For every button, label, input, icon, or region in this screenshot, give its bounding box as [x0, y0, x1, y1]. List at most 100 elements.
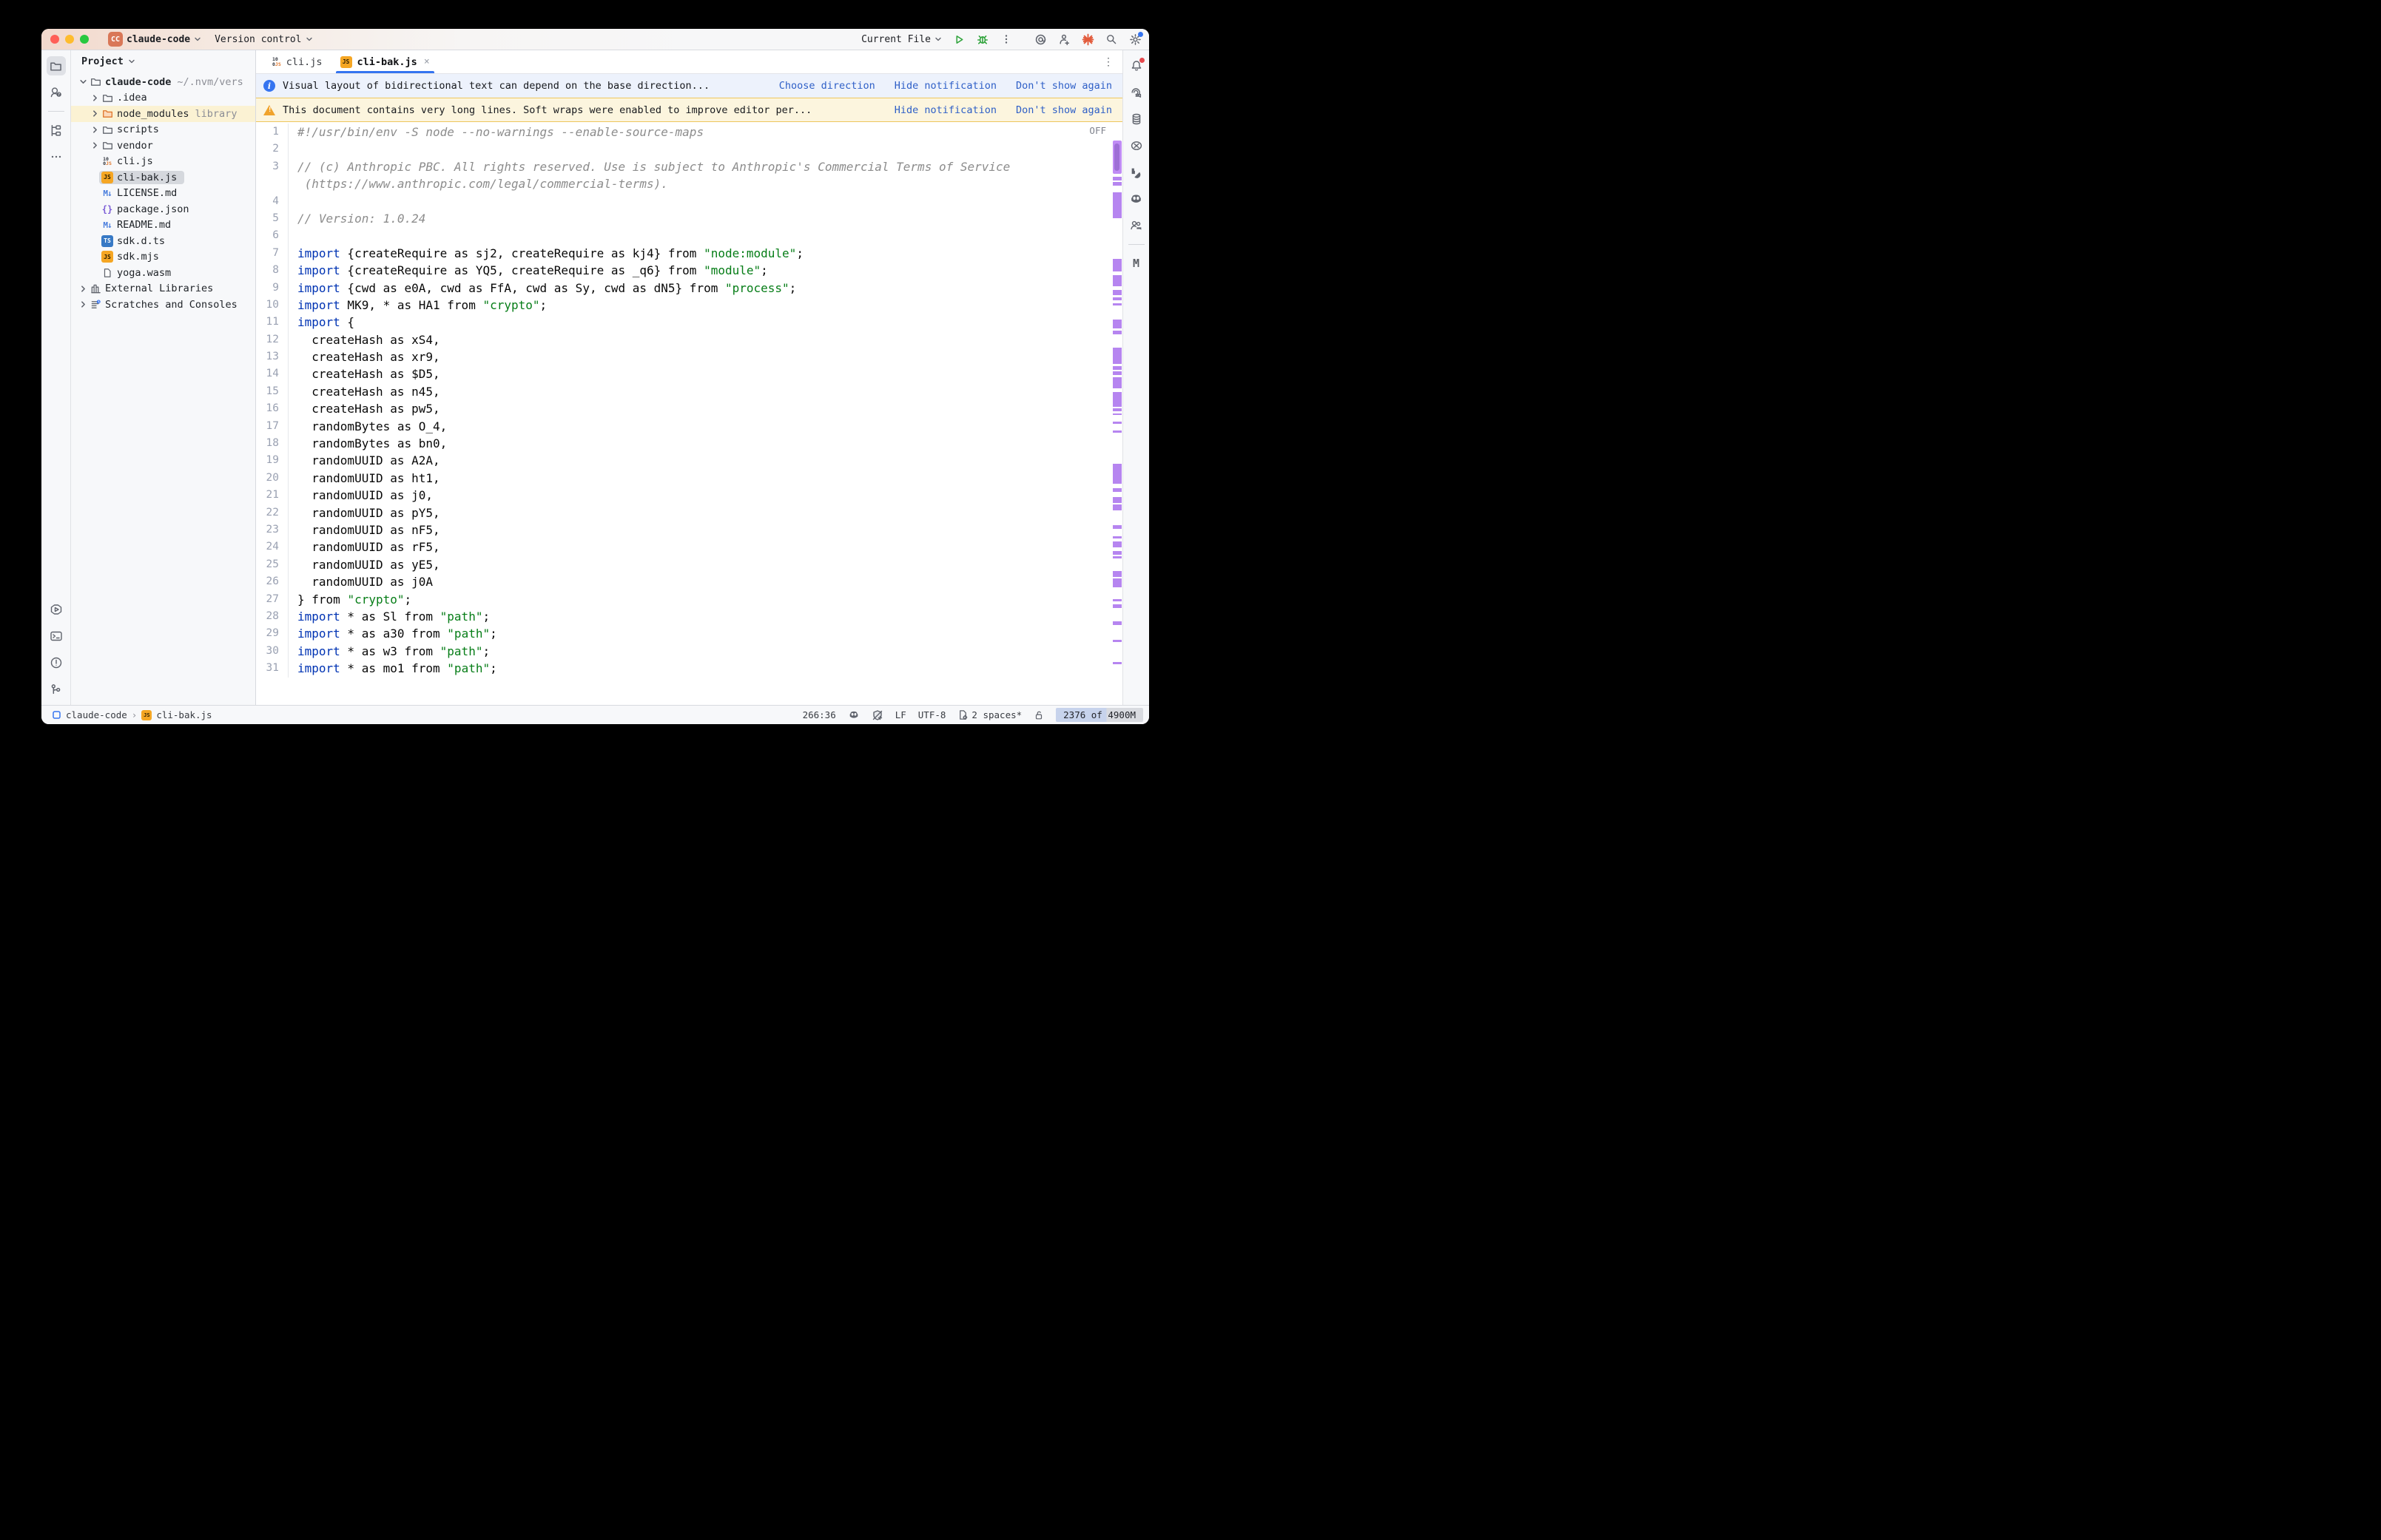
tree-item-yoga-wasm[interactable]: yoga.wasm	[71, 265, 255, 281]
tree-item-package-json[interactable]: {}package.json	[71, 201, 255, 217]
code-line[interactable]: 13 createHash as xr9,	[256, 348, 1112, 365]
line-number[interactable]: 2	[256, 141, 289, 158]
tree-item-sdk-d-ts[interactable]: TSsdk.d.ts	[71, 233, 255, 249]
chevron-down-icon[interactable]	[77, 78, 89, 86]
project-widget[interactable]: CC claude-code	[108, 32, 201, 47]
line-number[interactable]: 8	[256, 262, 289, 279]
line-number[interactable]: 3	[256, 158, 289, 175]
code-line[interactable]: 26 randomUUID as j0A	[256, 573, 1112, 590]
banner-link-don-t-show-again[interactable]: Don't show again	[1016, 80, 1112, 92]
vcs-widget[interactable]: Version control	[215, 34, 312, 45]
ai-assistant-icon[interactable]	[1127, 83, 1146, 102]
code-line[interactable]: 5// Version: 1.0.24	[256, 210, 1112, 227]
line-number[interactable]: 28	[256, 608, 289, 625]
run-configuration-selector[interactable]: Current File	[861, 34, 942, 45]
line-number[interactable]: 6	[256, 227, 289, 244]
ai-spark-icon[interactable]	[1081, 33, 1094, 46]
line-number[interactable]: 30	[256, 643, 289, 660]
code-line[interactable]: 20 randomUUID as ht1,	[256, 470, 1112, 487]
line-number[interactable]: 31	[256, 660, 289, 677]
code-editor[interactable]: OFF 1#!/usr/bin/env -S node --no-warning…	[256, 122, 1122, 705]
copilot-status-icon[interactable]	[848, 709, 860, 721]
code-line[interactable]: 7import {createRequire as sj2, createReq…	[256, 245, 1112, 262]
tab-options-icon[interactable]: ⋮	[1103, 56, 1114, 68]
project-panel-header[interactable]: Project	[71, 50, 255, 72]
line-number[interactable]: 26	[256, 573, 289, 590]
line-number[interactable]: 1	[256, 124, 289, 141]
close-window-button[interactable]	[50, 35, 59, 44]
line-number[interactable]: 25	[256, 556, 289, 573]
search-icon[interactable]	[1105, 33, 1118, 46]
code-line[interactable]: 8import {createRequire as YQ5, createReq…	[256, 262, 1112, 279]
tree-item-node-modules[interactable]: node_moduleslibrary	[71, 106, 255, 122]
code-line[interactable]: 22 randomUUID as pY5,	[256, 504, 1112, 521]
database-icon[interactable]	[1127, 109, 1146, 129]
code-line[interactable]: 23 randomUUID as nF5,	[256, 521, 1112, 538]
code-line[interactable]: 17 randomBytes as O_4,	[256, 418, 1112, 435]
code-line[interactable]: 24 randomUUID as rF5,	[256, 538, 1112, 555]
highlighting-off-badge[interactable]: OFF	[1089, 125, 1106, 136]
code-line[interactable]: 11import {	[256, 314, 1112, 331]
breadcrumb-file[interactable]: cli-bak.js	[156, 709, 212, 720]
code-line[interactable]: 31import * as mo1 from "path";	[256, 660, 1112, 677]
code-lines[interactable]: 1#!/usr/bin/env -S node --no-warnings --…	[256, 122, 1112, 705]
banner-link-hide-notification[interactable]: Hide notification	[895, 80, 997, 92]
tree-item-cli-js[interactable]: 100JScli.js	[71, 154, 255, 170]
structure-icon[interactable]	[47, 121, 66, 140]
line-number[interactable]: 12	[256, 331, 289, 348]
line-number[interactable]: 20	[256, 470, 289, 487]
breadcrumb-project[interactable]: claude-code	[66, 709, 127, 720]
code-line[interactable]: 25 randomUUID as yE5,	[256, 556, 1112, 573]
code-line[interactable]: 18 randomBytes as bn0,	[256, 435, 1112, 452]
line-number[interactable]	[256, 175, 289, 192]
line-number[interactable]: 5	[256, 210, 289, 227]
line-number[interactable]: 21	[256, 487, 289, 504]
code-line[interactable]: 28import * as Sl from "path";	[256, 608, 1112, 625]
copilot-icon[interactable]	[1127, 189, 1146, 209]
tree-item-external-libraries[interactable]: External Libraries	[71, 281, 255, 297]
code-line[interactable]: 1#!/usr/bin/env -S node --no-warnings --…	[256, 124, 1112, 141]
line-number[interactable]: 11	[256, 314, 289, 331]
code-line[interactable]: 16 createHash as pw5,	[256, 400, 1112, 417]
code-line[interactable]: 10import MK9, * as HA1 from "crypto";	[256, 297, 1112, 314]
tree-item--idea[interactable]: .idea	[71, 90, 255, 107]
code-line[interactable]: 6	[256, 227, 1112, 244]
line-number[interactable]: 24	[256, 538, 289, 555]
notifications-icon[interactable]	[1127, 56, 1146, 75]
chevron-right-icon[interactable]	[89, 94, 101, 102]
line-number[interactable]: 22	[256, 504, 289, 521]
tree-item-readme-md[interactable]: M↓README.md	[71, 217, 255, 234]
settings-icon[interactable]	[1128, 33, 1142, 46]
encoding-widget[interactable]: UTF-8	[918, 709, 946, 720]
more-tool-windows-icon[interactable]	[47, 147, 66, 166]
code-line[interactable]: 27} from "crypto";	[256, 591, 1112, 608]
tree-item-vendor[interactable]: vendor	[71, 138, 255, 154]
tree-item-claude-code[interactable]: claude-code~/.nvm/vers	[71, 74, 255, 90]
pull-requests-icon[interactable]: ?	[47, 83, 66, 102]
indent-widget[interactable]: 2 spaces*	[957, 709, 1022, 720]
debug-icon[interactable]	[976, 33, 989, 46]
line-number[interactable]: 27	[256, 591, 289, 608]
tree-item-license-md[interactable]: M↓LICENSE.md	[71, 186, 255, 202]
code-line[interactable]: 9import {cwd as e0A, cwd as FfA, cwd as …	[256, 280, 1112, 297]
problems-icon[interactable]	[47, 653, 66, 672]
line-number[interactable]: 16	[256, 400, 289, 417]
line-number[interactable]: 23	[256, 521, 289, 538]
line-number[interactable]: 17	[256, 418, 289, 435]
titlebar[interactable]: CC claude-code Version control Current F…	[41, 29, 1149, 50]
chevron-right-icon[interactable]	[89, 126, 101, 134]
breadcrumb[interactable]: claude-code › JS cli-bak.js	[52, 709, 212, 720]
banner-link-hide-notification[interactable]: Hide notification	[895, 104, 997, 116]
more-icon[interactable]	[1000, 33, 1013, 46]
code-line[interactable]: 21 randomUUID as j0,	[256, 487, 1112, 504]
banner-link-don-t-show-again[interactable]: Don't show again	[1016, 104, 1112, 116]
git-branch-icon[interactable]	[47, 680, 66, 699]
line-ending-widget[interactable]: LF	[895, 709, 906, 720]
chevron-right-icon[interactable]	[77, 300, 89, 308]
tree-item-cli-bak-js[interactable]: JScli-bak.js	[71, 169, 255, 186]
no-distractions-icon[interactable]	[1127, 136, 1146, 155]
run-hexagon-icon[interactable]	[47, 600, 66, 619]
code-line[interactable]: 29import * as a30 from "path";	[256, 625, 1112, 642]
line-number[interactable]: 15	[256, 383, 289, 400]
plugins-icon[interactable]	[1127, 163, 1146, 182]
